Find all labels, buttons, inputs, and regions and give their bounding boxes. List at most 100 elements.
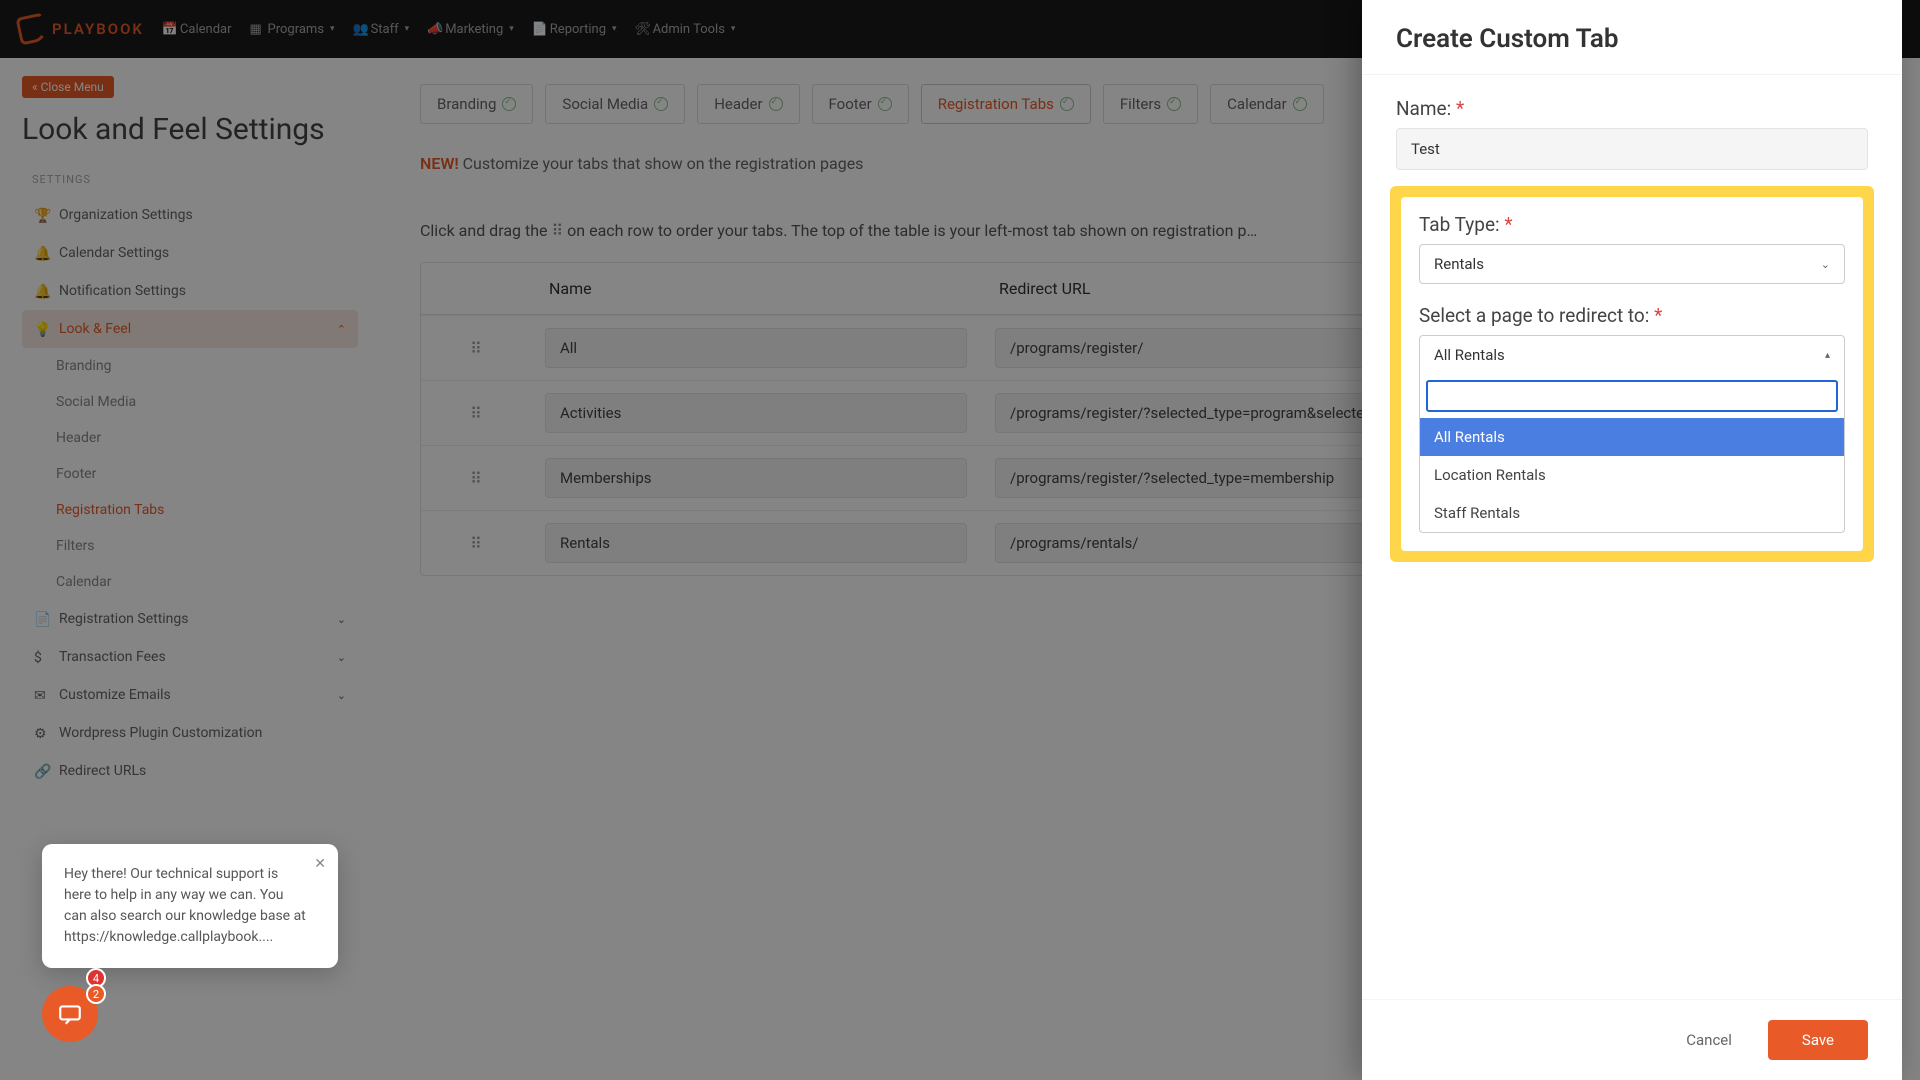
nav-admin-tools[interactable]: 🛠 Admin Tools [635,22,736,37]
redirect-combobox[interactable]: All Rentals ▴ All Rentals Location Renta… [1419,335,1845,533]
redirect-option-staff-rentals[interactable]: Staff Rentals [1420,494,1844,532]
chevron-down-icon: ⌄ [337,613,346,626]
redirect-selected-value: All Rentals [1434,346,1505,364]
row-name-input[interactable] [545,328,967,368]
drag-handle[interactable]: ⠿ [421,381,531,445]
redirect-label: Select a page to redirect to: * [1419,304,1845,327]
tabtype-label: Tab Type: * [1419,213,1845,236]
save-button[interactable]: Save [1768,1020,1868,1060]
required-asterisk: * [1456,97,1464,120]
sidebar-sub-registration-tabs[interactable]: Registration Tabs [22,492,358,528]
create-custom-tab-panel: Create Custom Tab Name: * Tab Type: * Re… [1362,0,1902,1080]
panel-header: Create Custom Tab [1362,0,1902,75]
nav-programs[interactable]: ▦ Programs [250,22,335,37]
nav-reporting[interactable]: 📄 Reporting [532,22,617,37]
chevron-up-icon: ▴ [1825,350,1830,361]
sidebar-sub-social-media[interactable]: Social Media [22,384,358,420]
tab-header[interactable]: Header [697,84,799,124]
required-asterisk: * [1504,213,1512,236]
sidebar-item-calendar-settings[interactable]: 🔔 Calendar Settings [22,234,358,272]
chevron-up-icon: ⌃ [337,323,346,336]
tab-calendar[interactable]: Calendar [1210,84,1324,124]
grid-icon: ▦ [250,22,264,36]
row-name-input[interactable] [545,523,967,563]
tools-icon: 🛠 [635,22,649,36]
sidebar-item-transaction-fees[interactable]: $ Transaction Fees ⌄ [22,638,358,676]
check-icon [502,97,516,111]
chat-icon [57,1001,83,1027]
sidebar-sub-calendar[interactable]: Calendar [22,564,358,600]
tab-social-media[interactable]: Social Media [545,84,685,124]
megaphone-icon: 📣 [427,22,441,36]
drag-handle[interactable]: ⠿ [421,446,531,510]
bulb-icon: 💡 [34,322,49,337]
sidebar-item-redirect-urls[interactable]: 🔗 Redirect URLs [22,752,358,790]
col-name: Name [531,263,981,315]
people-icon: 👥 [353,22,367,36]
new-badge: NEW! [420,154,459,173]
panel-title: Create Custom Tab [1396,24,1868,54]
tabtype-value: Rentals [1434,255,1484,273]
row-name-input[interactable] [545,458,967,498]
sidebar-item-look-feel[interactable]: 💡 Look & Feel ⌃ [22,310,358,348]
nav-staff[interactable]: 👥 Staff [353,22,410,37]
panel-footer: Cancel Save [1362,999,1902,1080]
tab-branding[interactable]: Branding [420,84,533,124]
check-icon [878,97,892,111]
link-icon: 🔗 [34,764,49,779]
gear-icon: ⚙ [34,726,49,741]
notification-badges: 4 2 [86,968,106,1004]
sidebar-item-registration-settings[interactable]: 📄 Registration Settings ⌄ [22,600,358,638]
redirect-value-row[interactable]: All Rentals ▴ [1420,336,1844,374]
col-drag [421,263,531,315]
sidebar-sub-header[interactable]: Header [22,420,358,456]
badge-orange: 2 [86,984,106,1004]
sidebar-item-customize-emails[interactable]: ✉ Customize Emails ⌄ [22,676,358,714]
highlighted-section: Tab Type: * Rentals ⌄ Select a page to r… [1390,186,1874,562]
support-tooltip: ✕ Hey there! Our technical support is he… [42,844,338,968]
chevron-down-icon: ⌄ [337,689,346,702]
chevron-down-icon: ⌄ [337,651,346,664]
check-icon [654,97,668,111]
check-icon [1060,97,1074,111]
bell-icon: 🔔 [34,284,49,299]
support-text: Hey there! Our technical support is here… [64,866,306,945]
sidebar-item-notification-settings[interactable]: 🔔 Notification Settings [22,272,358,310]
redirect-option-location-rentals[interactable]: Location Rentals [1420,456,1844,494]
brand-text: PLAYBOOK [52,20,144,38]
close-icon[interactable]: ✕ [314,854,326,875]
chevron-down-icon: ⌄ [1821,258,1830,271]
nav-marketing[interactable]: 📣 Marketing [427,22,514,37]
tabtype-select[interactable]: Rentals ⌄ [1419,244,1845,284]
sidebar-sub-footer[interactable]: Footer [22,456,358,492]
sidebar-item-wordpress-plugin[interactable]: ⚙ Wordpress Plugin Customization [22,714,358,752]
row-name-input[interactable] [545,393,967,433]
logo-mark-icon [15,12,48,45]
cancel-button[interactable]: Cancel [1664,1020,1754,1060]
name-label: Name: * [1396,97,1868,120]
redirect-search-input[interactable] [1426,380,1838,412]
check-icon [1293,97,1307,111]
drag-handle-icon: ⠿ [551,221,563,240]
bell-icon: 🔔 [34,246,49,261]
redirect-option-all-rentals[interactable]: All Rentals [1420,418,1844,456]
panel-body: Name: * Tab Type: * Rentals ⌄ Select a p… [1362,75,1902,999]
tab-registration-tabs[interactable]: Registration Tabs [921,84,1091,124]
dollar-icon: $ [34,650,49,665]
mail-icon: ✉ [34,688,49,703]
sidebar-item-org-settings[interactable]: 🏆 Organization Settings [22,196,358,234]
required-asterisk: * [1654,304,1662,327]
calendar-icon: 📅 [162,22,176,36]
sidebar-sub-branding[interactable]: Branding [22,348,358,384]
sidebar-sub-filters[interactable]: Filters [22,528,358,564]
drag-handle[interactable]: ⠿ [421,511,531,575]
trophy-icon: 🏆 [34,208,49,223]
page-title: Look and Feel Settings [22,112,358,147]
tab-filters[interactable]: Filters [1103,84,1198,124]
close-menu-button[interactable]: « Close Menu [22,76,114,98]
drag-handle[interactable]: ⠿ [421,316,531,380]
tab-footer[interactable]: Footer [812,84,909,124]
name-input[interactable] [1396,128,1868,170]
nav-calendar[interactable]: 📅 Calendar [162,22,232,37]
brand-logo: PLAYBOOK [18,15,144,43]
